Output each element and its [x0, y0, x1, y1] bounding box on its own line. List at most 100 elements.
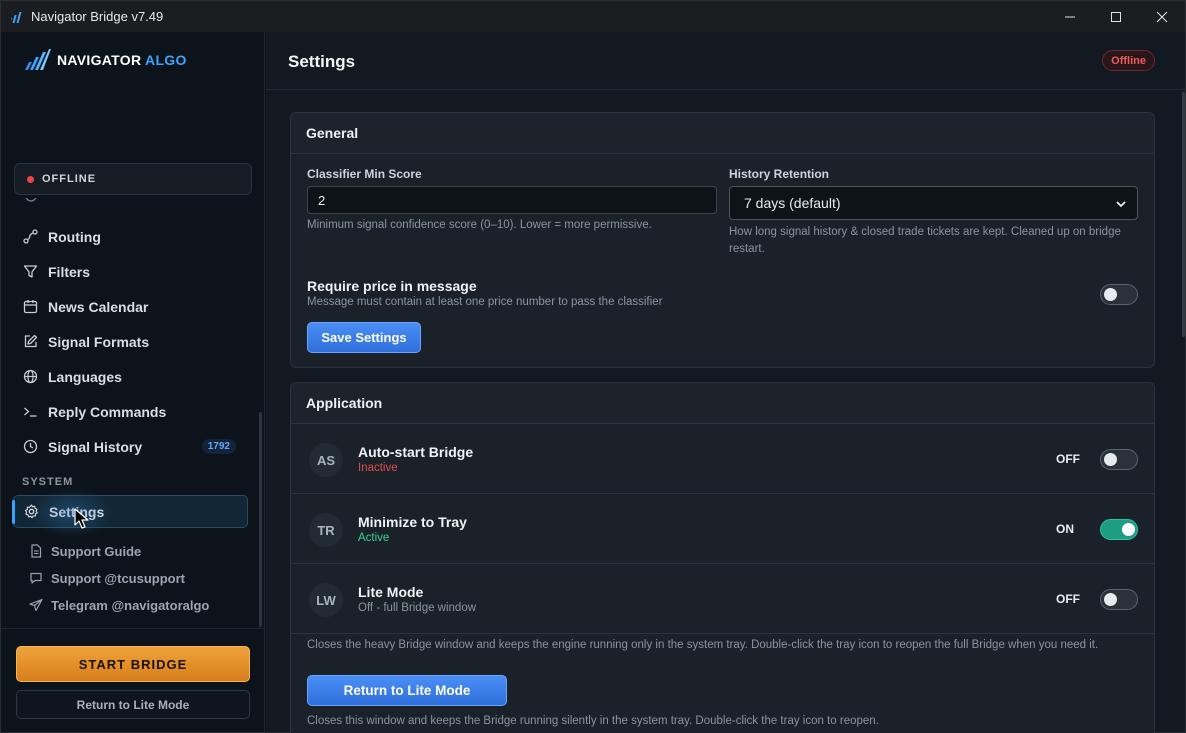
- close-button[interactable]: [1139, 1, 1185, 32]
- sidebar-item-reply-commands[interactable]: Reply Commands: [13, 395, 248, 428]
- toggle-knob: [1104, 288, 1117, 301]
- lite-mode-description: Closes the heavy Bridge window and keeps…: [307, 639, 1099, 651]
- navigator-logo-icon: [25, 49, 51, 70]
- maximize-icon: [1111, 11, 1121, 22]
- classifier-min-score-input[interactable]: [307, 186, 717, 214]
- edit-icon: [23, 334, 38, 349]
- sidebar-link-telegram[interactable]: Telegram @navigatoralgo: [29, 594, 209, 616]
- sidebar-item-label: Reply Commands: [48, 403, 167, 420]
- brand-name: NAVIGATOR ALGO: [57, 52, 187, 68]
- page-title: Settings: [288, 52, 356, 71]
- return-to-lite-mode-button[interactable]: Return to Lite Mode: [307, 675, 507, 706]
- title-bar: Navigator Bridge v7.49: [1, 1, 1185, 32]
- minimize-icon: [1065, 16, 1075, 17]
- sidebar-link-label: Support @tcusupport: [51, 570, 185, 586]
- start-bridge-button[interactable]: START BRIDGE: [16, 646, 250, 682]
- page-header: Settings Offline: [266, 32, 1185, 90]
- require-price-toggle[interactable]: [1100, 284, 1138, 305]
- auto-start-toggle[interactable]: [1100, 449, 1138, 470]
- sidebar-item-partial[interactable]: [13, 198, 248, 212]
- sidebar-footer: START BRIDGE Return to Lite Mode: [1, 628, 264, 732]
- minimize-tray-status: Active: [358, 532, 390, 544]
- partial-icon: [23, 198, 38, 203]
- history-help-text: How long signal history & closed trade t…: [729, 226, 1121, 255]
- history-retention-label: History Retention: [729, 167, 830, 181]
- sidebar-link-support-chat[interactable]: Support @tcusupport: [29, 567, 185, 589]
- require-price-help: Message must contain at least one price …: [307, 296, 663, 308]
- sidebar-item-signal-history[interactable]: Signal History 1792: [13, 430, 248, 463]
- connection-status: OFFLINE: [14, 163, 252, 195]
- lite-mode-avatar: LW: [309, 583, 343, 617]
- sidebar-lite-mode-button[interactable]: Return to Lite Mode: [16, 690, 250, 719]
- sidebar: NAVIGATOR ALGO OFFLINE Routing Filters N…: [1, 32, 265, 732]
- route-icon: [23, 229, 38, 244]
- application-card: Application AS Auto-start Bridge Inactiv…: [290, 382, 1155, 733]
- app-window: Navigator Bridge v7.49 NAVIGATOR ALGO OF…: [0, 0, 1186, 733]
- gear-icon: [24, 504, 39, 519]
- filter-icon: [23, 264, 38, 279]
- minimize-button[interactable]: [1047, 1, 1093, 32]
- sidebar-item-label: Languages: [48, 368, 122, 385]
- lite-mode-row: LW Lite Mode Off - full Bridge window OF…: [291, 564, 1154, 634]
- sidebar-item-label: News Calendar: [48, 298, 149, 315]
- auto-start-state: OFF: [1056, 452, 1080, 466]
- sidebar-link-support-guide[interactable]: Support Guide: [29, 540, 141, 562]
- minimize-tray-title: Minimize to Tray: [358, 514, 467, 530]
- main-scrollbar[interactable]: [1182, 92, 1185, 337]
- minimize-tray-toggle[interactable]: [1100, 519, 1138, 540]
- terminal-icon: [23, 404, 38, 419]
- window-title: Navigator Bridge v7.49: [31, 9, 164, 24]
- brand-logo: NAVIGATOR ALGO: [23, 48, 187, 72]
- calendar-icon: [23, 299, 38, 314]
- lite-mode-state: OFF: [1056, 592, 1080, 606]
- sidebar-item-label: Filters: [48, 263, 91, 280]
- history-retention-value: 7 days (default): [744, 195, 841, 211]
- classifier-min-score-label: Classifier Min Score: [307, 167, 422, 181]
- send-icon: [29, 598, 43, 612]
- save-settings-button[interactable]: Save Settings: [307, 322, 421, 353]
- auto-start-avatar: AS: [309, 443, 343, 477]
- app-logo-icon: [11, 11, 22, 23]
- toggle-knob: [1122, 523, 1135, 536]
- close-icon: [1156, 11, 1168, 22]
- classifier-help-text: Minimum signal confidence score (0–10). …: [307, 219, 652, 231]
- chevron-down-icon: [1116, 201, 1126, 208]
- sidebar-item-signal-formats[interactable]: Signal Formats: [13, 325, 248, 358]
- mouse-cursor-icon: [74, 508, 89, 529]
- sidebar-scrollbar[interactable]: [259, 412, 262, 627]
- sidebar-item-filters[interactable]: Filters: [13, 255, 248, 288]
- sidebar-item-label: Signal Formats: [48, 333, 150, 350]
- auto-start-status: Inactive: [358, 462, 398, 474]
- document-icon: [29, 544, 43, 558]
- general-card: General Classifier Min Score Minimum sig…: [290, 112, 1155, 368]
- window-controls: [1047, 1, 1185, 32]
- sidebar-item-label: Signal History: [48, 438, 143, 455]
- sidebar-item-news-calendar[interactable]: News Calendar: [13, 290, 248, 323]
- auto-start-row: AS Auto-start Bridge Inactive OFF: [291, 424, 1154, 494]
- status-dot: [27, 175, 34, 183]
- tray-description: Closes this window and keeps the Bridge …: [307, 715, 879, 727]
- status-label: OFFLINE: [42, 173, 97, 185]
- maximize-button[interactable]: [1093, 1, 1139, 32]
- main-content: Settings Offline General Classifier Min …: [266, 32, 1185, 733]
- lite-mode-status: Off - full Bridge window: [358, 602, 477, 614]
- require-price-title: Require price in message: [307, 278, 477, 294]
- minimize-tray-avatar: TR: [309, 513, 343, 547]
- sidebar-item-settings[interactable]: Settings: [12, 488, 248, 538]
- clock-icon: [23, 439, 38, 454]
- sidebar-link-label: Support Guide: [51, 543, 142, 559]
- lite-mode-toggle[interactable]: [1100, 589, 1138, 610]
- history-retention-select[interactable]: 7 days (default): [729, 186, 1138, 220]
- auto-start-title: Auto-start Bridge: [358, 444, 474, 460]
- history-count-badge: 1792: [201, 439, 236, 454]
- chat-icon: [29, 571, 43, 585]
- sidebar-item-languages[interactable]: Languages: [13, 360, 248, 393]
- toggle-knob: [1104, 593, 1117, 606]
- system-section-label: SYSTEM: [22, 476, 74, 488]
- general-card-title: General: [291, 113, 1154, 154]
- lite-mode-title: Lite Mode: [358, 584, 424, 600]
- status-badge: Offline: [1102, 50, 1155, 71]
- sidebar-nav: Routing Filters News Calendar Signal For…: [1, 198, 263, 628]
- minimize-to-tray-row: TR Minimize to Tray Active ON: [291, 494, 1154, 564]
- sidebar-item-routing[interactable]: Routing: [13, 220, 248, 253]
